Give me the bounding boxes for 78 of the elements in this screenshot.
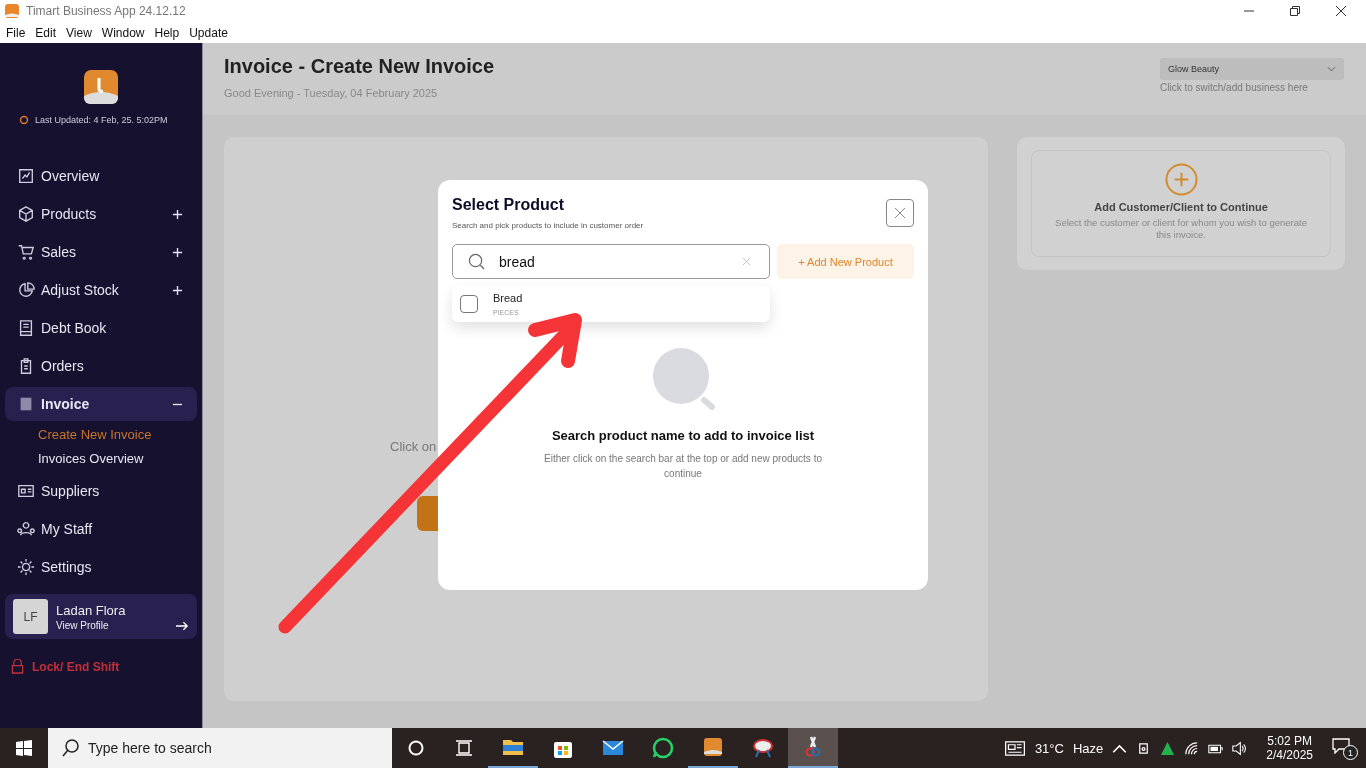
menu-item[interactable]: Help <box>154 25 180 40</box>
business-hint: Click to switch/add business here <box>1160 82 1309 93</box>
plus-icon[interactable] <box>172 284 183 296</box>
app-logo-icon <box>83 69 119 105</box>
maximize-icon[interactable] <box>1290 6 1300 16</box>
page-subtitle: Good Evening - Tuesday, 04 February 2025 <box>224 87 439 99</box>
wifi-icon[interactable] <box>1184 740 1200 756</box>
search-field[interactable]: bread <box>452 244 770 279</box>
last-updated-text: Last Updated: 4 Feb, 25. 5:02PM <box>35 115 168 125</box>
plus-icon[interactable] <box>172 208 183 220</box>
window-title: Timart Business App 24.12.12 <box>26 4 186 18</box>
sidebar-item[interactable]: Suppliers <box>5 474 197 508</box>
notification-count: 1 <box>1343 745 1358 760</box>
modal-subtitle: Search and pick products to include in customer order <box>452 221 644 230</box>
sync-icon <box>19 115 29 125</box>
triangle-icon[interactable] <box>1160 740 1176 756</box>
taskbar-search[interactable]: Type here to search <box>48 728 392 768</box>
id-card-icon <box>17 482 35 500</box>
close-button[interactable] <box>886 199 914 227</box>
close-icon <box>895 208 905 218</box>
page-title: Invoice - Create New Invoice <box>224 55 495 78</box>
weather-text: Haze <box>1072 740 1104 756</box>
sidebar-item[interactable]: Orders <box>5 349 197 383</box>
avatar: LF <box>13 599 48 634</box>
pie-icon <box>17 281 35 299</box>
profile-card[interactable]: LF Ladan Flora View Profile <box>5 594 197 639</box>
chevron-down-icon <box>1327 66 1336 72</box>
cortana-icon[interactable] <box>406 738 426 758</box>
temperature: 31°C <box>1034 740 1064 756</box>
menu-item[interactable]: Edit <box>35 25 57 40</box>
chart-icon <box>17 167 35 185</box>
add-circle-icon <box>1164 163 1198 196</box>
business-select[interactable]: Glow Beauty <box>1160 58 1344 80</box>
arrow-icon <box>176 621 189 631</box>
sidebar-item[interactable]: Settings <box>5 550 197 584</box>
empty-title: Search product name to add to invoice list <box>551 428 815 443</box>
news-icon[interactable] <box>1003 740 1026 756</box>
plus-icon[interactable] <box>172 246 183 258</box>
card-title: Add Customer/Client to Continue <box>1094 201 1268 213</box>
sidebar-item[interactable]: Invoice <box>5 387 197 421</box>
user-name: Ladan Flora <box>56 602 127 618</box>
windows-logo-icon <box>16 740 32 756</box>
notification-icon[interactable] <box>1332 738 1350 754</box>
sidebar-item[interactable]: Adjust Stock <box>5 273 197 307</box>
sidebar-item[interactable]: My Staff <box>5 512 197 546</box>
menu-item[interactable]: File <box>6 25 26 40</box>
clock[interactable]: 5:02 PM 2/4/2025 <box>1266 734 1313 762</box>
menu-item[interactable]: Update <box>189 25 228 40</box>
empty-description: Either click on the search bar at the top or add new products to continue <box>543 452 823 481</box>
submenu-item[interactable]: Invoices Overview <box>38 451 197 466</box>
close-icon[interactable] <box>1336 6 1346 16</box>
modal-title: Select Product <box>452 196 566 214</box>
chat-icon <box>651 736 675 760</box>
search-icon <box>468 253 485 270</box>
sidebar-item[interactable]: Debt Book <box>5 311 197 345</box>
cart-icon <box>17 243 35 261</box>
app-logo-icon <box>4 3 20 19</box>
hint-text: Click on <box>390 439 437 454</box>
checkbox[interactable] <box>460 295 478 313</box>
sidebar-item[interactable]: Overview <box>5 159 197 193</box>
book-icon <box>17 319 35 337</box>
sidebar-item[interactable]: Products <box>5 197 197 231</box>
lock-icon <box>11 659 24 674</box>
speaker-icon[interactable] <box>1232 740 1248 756</box>
gear-icon <box>17 558 35 576</box>
card-description: Select the customer or client for whom you wish to generate this invoice. <box>1054 217 1308 242</box>
task-view-icon[interactable] <box>454 738 474 758</box>
app-logo-icon <box>701 735 725 759</box>
menu-item[interactable]: View <box>66 25 92 40</box>
people-icon <box>17 520 35 538</box>
menu-item[interactable]: Window <box>101 25 145 40</box>
add-customer-card[interactable]: Add Customer/Client to Continue Select the customer or client for whom you wish to generate this invoice. <box>1031 150 1331 257</box>
product-name: Bread <box>493 292 523 304</box>
box-icon <box>17 205 35 223</box>
sidebar-item[interactable]: Sales <box>5 235 197 269</box>
submenu-item[interactable]: Create New Invoice <box>38 427 197 442</box>
view-profile-link[interactable]: View Profile <box>56 619 168 631</box>
search-icon <box>62 739 80 757</box>
